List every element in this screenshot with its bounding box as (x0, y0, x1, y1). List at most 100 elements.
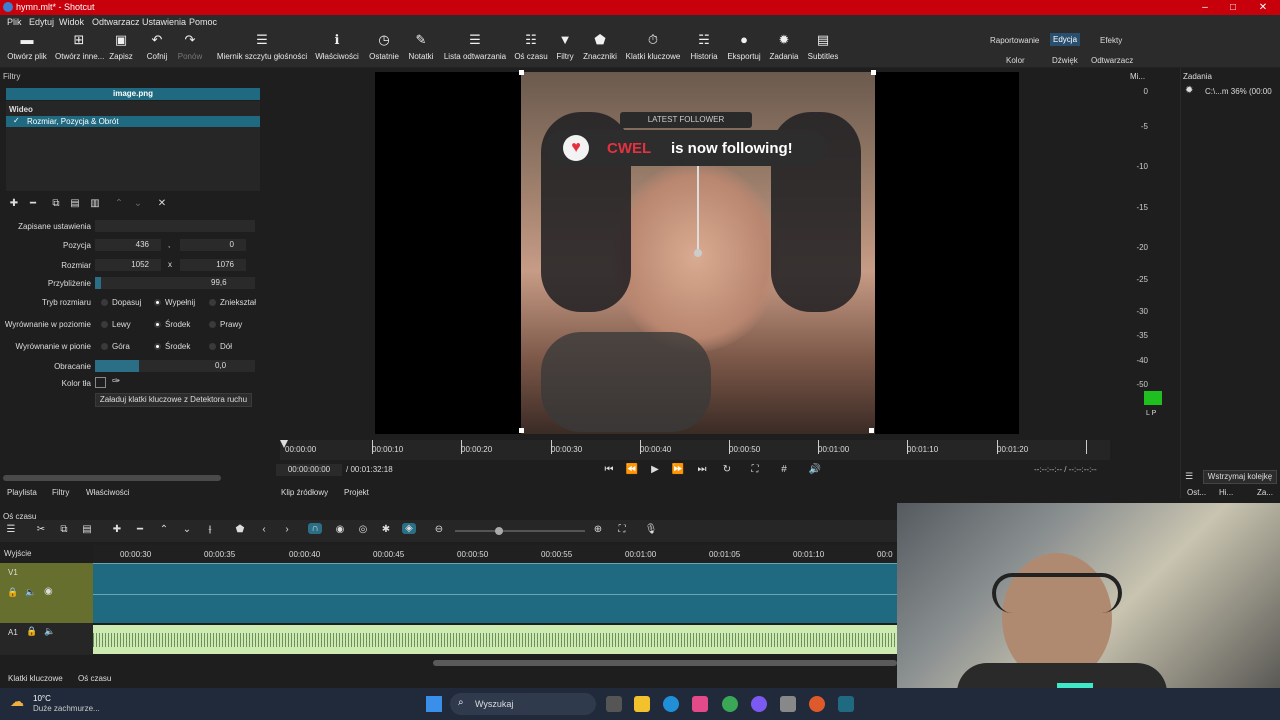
grid-icon[interactable]: # (777, 464, 791, 475)
halign-left-radio[interactable] (101, 321, 108, 328)
maximize-icon[interactable]: □ (1222, 0, 1244, 15)
skip-next-icon[interactable]: ⏭ (695, 464, 709, 475)
append-icon[interactable]: ✚ (110, 524, 124, 535)
paste-filter-icon[interactable]: ▤ (68, 198, 82, 209)
track-header-a1[interactable]: A1 🔒 🔈 (0, 623, 93, 655)
ripple-markers-icon[interactable]: ◈ (402, 523, 416, 534)
lift-icon[interactable]: ⌃ (157, 524, 171, 535)
zoom-fit-icon[interactable]: ⛶ (748, 464, 762, 475)
lock-icon[interactable]: 🔒 (7, 587, 18, 598)
next-marker-icon[interactable]: › (280, 524, 294, 535)
tab-playlist[interactable]: Playlista (7, 488, 37, 497)
preset-dropdown[interactable] (95, 220, 255, 232)
audio-clip[interactable] (93, 625, 897, 654)
mute-icon[interactable]: 🔈 (44, 626, 55, 637)
cut-icon[interactable]: ✂ (34, 524, 48, 535)
job-item[interactable]: C:\...m 36% (00:00 (1205, 87, 1272, 96)
size-height-input[interactable]: 1076 (180, 259, 246, 271)
layout-fx[interactable]: Efekty (1097, 34, 1125, 47)
open-other-button[interactable]: ⊞ Otwórz inne... (55, 32, 104, 61)
paste-icon[interactable]: ▤ (80, 524, 94, 535)
history-button[interactable]: ☵ Historia (688, 32, 720, 61)
size-mode-distort-radio[interactable] (209, 299, 216, 306)
record-audio-icon[interactable]: 🎙 (644, 524, 658, 535)
close-icon[interactable]: ✕ (1252, 0, 1274, 15)
valign-middle-radio[interactable] (154, 343, 161, 350)
valign-top-radio[interactable] (101, 343, 108, 350)
chrome-alt-icon[interactable] (809, 696, 825, 712)
zoom-slider-track[interactable] (455, 530, 585, 532)
layout-editing[interactable]: Edycja (1050, 33, 1081, 46)
resize-handle-tl[interactable] (519, 70, 524, 75)
file-explorer-icon[interactable] (634, 696, 650, 712)
copy-filter-icon[interactable]: ⧉ (49, 198, 63, 209)
redo-button[interactable]: ↷ Ponów (176, 32, 204, 61)
motion-tracker-button[interactable]: Załaduj klatki kluczowe z Detektora ruch… (95, 393, 252, 407)
position-y-input[interactable]: 0 (180, 239, 246, 251)
close-filter-icon[interactable]: ✕ (155, 198, 169, 209)
filter-item[interactable]: ✓ Rozmiar, Pozycja & Obrót (6, 116, 260, 127)
filters-hscroll[interactable] (3, 475, 221, 481)
prev-marker-icon[interactable]: ‹ (257, 524, 271, 535)
tab-timeline[interactable]: Oś czasu (78, 674, 111, 683)
fast-forward-icon[interactable]: ⏩ (671, 464, 685, 475)
pause-queue-button[interactable]: Wstrzymaj kolejkę (1203, 470, 1277, 484)
size-width-input[interactable]: 1052 (95, 259, 161, 271)
filter-checkbox[interactable]: ✓ (13, 116, 20, 125)
menu-settings[interactable]: Ustawienia (142, 17, 186, 27)
windows-start-icon[interactable] (426, 696, 442, 712)
timecode-input[interactable]: 00:00:00:00 (276, 464, 342, 476)
edge-icon[interactable] (663, 696, 679, 712)
snap-icon[interactable]: ∩ (308, 523, 322, 534)
split-icon[interactable]: ⫲ (203, 524, 217, 535)
rewind-icon[interactable]: ⏪ (625, 464, 639, 475)
remove-icon[interactable]: ━ (133, 524, 147, 535)
size-mode-fill-radio[interactable] (154, 299, 161, 306)
subtitles-button[interactable]: ▤ Subtitles (806, 32, 840, 61)
timeline-menu-icon[interactable]: ☰ (4, 524, 18, 535)
store-icon[interactable] (692, 696, 708, 712)
filters-button[interactable]: ▼ Filtry (553, 32, 577, 61)
jobs-menu-icon[interactable]: ☰ (1185, 471, 1193, 482)
marker-icon[interactable]: ⬟ (233, 524, 247, 535)
gear-icon[interactable]: ✹ (1185, 85, 1193, 96)
filter-list[interactable]: Wideo ✓ Rozmiar, Pozycja & Obrót (6, 101, 260, 191)
halign-center-radio[interactable] (154, 321, 161, 328)
valign-bottom-radio[interactable] (209, 343, 216, 350)
resize-handle-bl[interactable] (519, 428, 524, 433)
position-x-input[interactable]: 436 (95, 239, 161, 251)
open-file-button[interactable]: ▬ Otwórz plik (6, 32, 48, 61)
timeline-ruler[interactable]: 00:00:30 00:00:35 00:00:40 00:00:45 00:0… (93, 545, 897, 563)
move-down-icon[interactable]: ⌄ (131, 198, 145, 209)
zoom-slider-handle[interactable] (495, 527, 503, 535)
ripple-all-icon[interactable]: ✱ (379, 524, 393, 535)
undo-button[interactable]: ↶ Cofnij (144, 32, 170, 61)
move-up-icon[interactable]: ⌃ (112, 198, 126, 209)
zoom-in-icon[interactable]: ⊕ (591, 524, 605, 535)
jobs-clean-button[interactable]: Ost... (1187, 488, 1206, 497)
properties-button[interactable]: ℹ Właściwości (314, 32, 360, 61)
ripple-icon[interactable]: ◎ (356, 524, 370, 535)
tab-source-clip[interactable]: Klip źródłowy (281, 488, 328, 497)
steam-icon[interactable] (780, 696, 796, 712)
markers-button[interactable]: ⬟ Znaczniki (582, 32, 618, 61)
messenger-icon[interactable] (751, 696, 767, 712)
track-header-v1[interactable]: V1 🔒 🔈 ◉ (0, 563, 93, 623)
tab-filters[interactable]: Filtry (52, 488, 69, 497)
layout-logging[interactable]: Raportowanie (987, 34, 1042, 47)
zoom-out-icon[interactable]: ⊖ (432, 524, 446, 535)
recent-button[interactable]: ◷ Ostatnie (368, 32, 400, 61)
zoom-slider[interactable]: 99,6 (95, 277, 255, 289)
tab-properties[interactable]: Właściwości (86, 488, 130, 497)
task-view-icon[interactable] (606, 696, 622, 712)
add-filter-icon[interactable]: ✚ (7, 198, 21, 209)
tab-keyframes[interactable]: Klatki kluczowe (8, 674, 63, 683)
menu-help[interactable]: Pomoc (189, 17, 217, 27)
mute-icon[interactable]: 🔈 (25, 587, 36, 598)
notes-button[interactable]: ✎ Notatki (406, 32, 436, 61)
layout-player[interactable]: Odtwarzacz (1088, 54, 1136, 67)
layout-audio[interactable]: Dźwięk (1049, 54, 1081, 67)
playlist-button[interactable]: ☰ Lista odtwarzania (442, 32, 508, 61)
overwrite-icon[interactable]: ⌄ (180, 524, 194, 535)
resize-handle-br[interactable] (869, 428, 874, 433)
